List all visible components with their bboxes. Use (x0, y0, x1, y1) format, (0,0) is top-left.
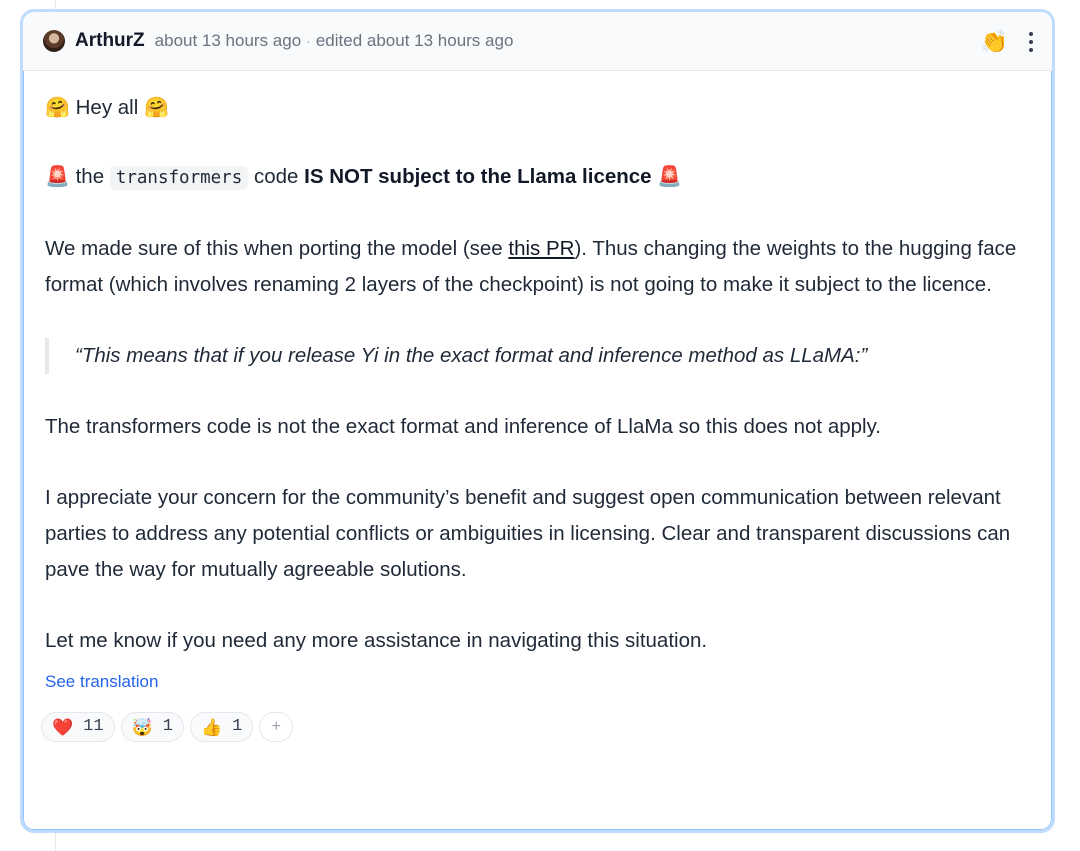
see-translation-link[interactable]: See translation (45, 670, 158, 694)
exploding-head-icon: 🤯 (131, 717, 153, 737)
author-name[interactable]: ArthurZ (75, 30, 145, 52)
reaction-mind-blown[interactable]: 🤯 1 (120, 712, 184, 742)
header-actions: 👏 (981, 12, 1034, 71)
thumbs-up-icon: 👍 (200, 717, 223, 737)
greeting-text: Hey all (75, 96, 139, 119)
siren-icon: 🚨 (45, 166, 70, 188)
reaction-heart[interactable]: ❤️ 11 (41, 712, 115, 742)
reaction-count: 1 (232, 717, 243, 736)
heart-icon: ❤️ (52, 717, 74, 737)
greeting-line: 🤗 Hey all 🤗 (45, 90, 1031, 126)
reactions-bar: ❤️ 11 🤯 1 👍 1 + (41, 712, 1031, 742)
paragraph-concern: I appreciate your concern for the commun… (45, 486, 1011, 581)
inline-code: transformers (109, 166, 249, 190)
paragraph-porting: We made sure of this when porting the mo… (45, 231, 1031, 303)
paragraph-porting-pre: We made sure of this when porting the mo… (45, 237, 509, 260)
more-options-icon[interactable] (1028, 31, 1034, 52)
siren-icon: 🚨 (657, 166, 683, 188)
comment-body: 🤗 Hey all 🤗 🚨 the transformers code IS N… (23, 71, 1052, 742)
hugging-face-icon: 🤗 (143, 97, 169, 119)
pr-link[interactable]: this PR (508, 237, 574, 260)
notice-pre: the (75, 165, 105, 188)
edited-time[interactable]: edited about 13 hours ago (316, 31, 514, 51)
comment-card: ArthurZ about 13 hours ago · edited abou… (20, 9, 1055, 833)
add-reaction-button[interactable]: + (259, 712, 294, 742)
avatar[interactable] (43, 30, 65, 52)
comment-header: ArthurZ about 13 hours ago · edited abou… (23, 12, 1052, 71)
meta-separator: · (306, 33, 311, 49)
quote-block: “This means that if you release Yi in th… (45, 338, 1031, 374)
reaction-count: 11 (83, 717, 104, 736)
reaction-thumbs-up[interactable]: 👍 1 (189, 712, 254, 742)
notice-mid: code (253, 165, 299, 188)
clap-icon[interactable]: 👏 (981, 30, 1008, 53)
posted-time: about 13 hours ago (154, 31, 302, 50)
paragraph-not-apply: The transformers code is not the exact f… (45, 415, 882, 438)
notice-line: 🚨 the transformers code IS NOT subject t… (45, 159, 1031, 196)
hugging-face-icon: 🤗 (45, 97, 70, 119)
paragraph-assistance: Let me know if you need any more assista… (45, 629, 708, 652)
notice-bold: IS NOT subject to the Llama licence (304, 165, 652, 188)
reaction-count: 1 (162, 717, 173, 736)
